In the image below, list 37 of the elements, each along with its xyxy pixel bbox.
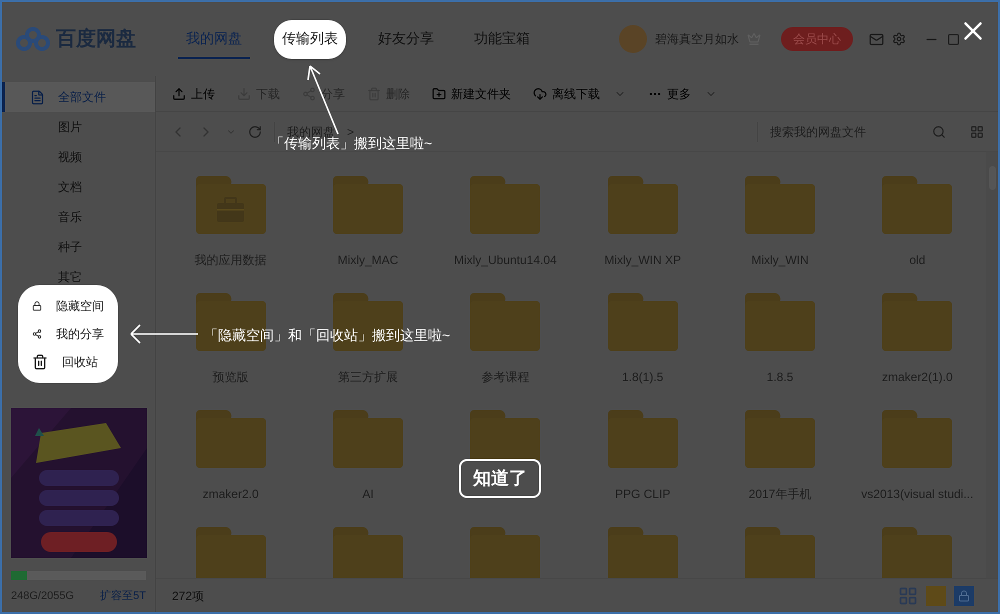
cloud-icon xyxy=(533,86,547,100)
grid-view-icon[interactable] xyxy=(970,124,984,138)
apps-icon[interactable] xyxy=(898,586,918,606)
sidebar-item[interactable]: 全部文件 xyxy=(2,82,155,112)
sidebar-item[interactable]: 视频 xyxy=(2,142,155,172)
sidebar-item[interactable]: 图片 xyxy=(2,112,155,142)
pointer-arrow xyxy=(128,323,200,345)
settings-icon[interactable] xyxy=(892,32,906,46)
toolbar-button[interactable]: 新建文件夹 xyxy=(432,84,511,102)
menu-item[interactable]: 我的分享 xyxy=(32,325,104,343)
sidebar-item[interactable]: 文档 xyxy=(2,172,155,202)
nav-tab[interactable]: 功能宝箱 xyxy=(466,20,538,58)
ok-button[interactable]: 知道了 xyxy=(459,459,541,498)
toolbar-button[interactable]: 更多 xyxy=(648,84,691,102)
file-icon xyxy=(30,90,45,104)
sidebar-item[interactable]: 种子 xyxy=(2,232,155,262)
sidebar-item[interactable]: 音乐 xyxy=(2,202,155,232)
toolbar-button[interactable]: 离线下载 xyxy=(533,84,600,102)
search-icon[interactable] xyxy=(932,124,946,138)
cloud-logo-icon xyxy=(16,27,50,51)
maximize-icon[interactable] xyxy=(947,32,960,46)
folder-plus-icon xyxy=(432,86,446,100)
share-icon xyxy=(302,86,316,100)
expand-link[interactable]: 扩容至5T xyxy=(100,588,146,604)
guide-note: 「隐藏空间」和「回收站」搬到这里啦~ xyxy=(204,326,450,345)
menu-item[interactable]: 回收站 xyxy=(32,353,104,371)
item-count: 272项 xyxy=(172,588,204,604)
menu-item[interactable]: 隐藏空间 xyxy=(32,297,104,315)
trash-icon xyxy=(32,354,48,370)
user-avatar[interactable] xyxy=(619,25,647,53)
mail-icon[interactable] xyxy=(869,32,884,46)
nav-tab[interactable]: 传输列表 xyxy=(274,20,346,58)
nav-tab[interactable]: 好友分享 xyxy=(370,20,442,58)
toolbar-button[interactable]: 上传 xyxy=(172,84,215,102)
lock-icon[interactable] xyxy=(954,586,974,606)
nav-tab[interactable]: 我的网盘 xyxy=(178,20,250,58)
refresh-icon[interactable] xyxy=(248,124,262,138)
